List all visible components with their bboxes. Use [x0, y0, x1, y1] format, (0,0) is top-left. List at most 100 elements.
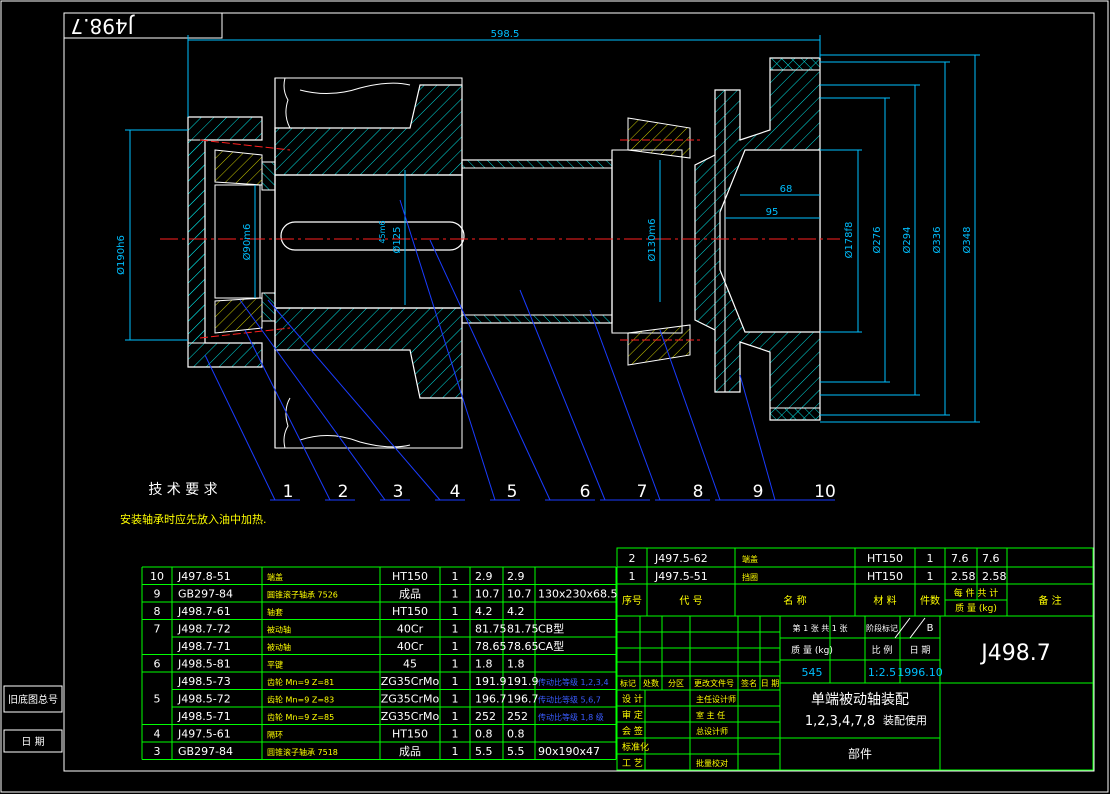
tb-title: 单端被动轴装配 [811, 692, 909, 708]
right-bearing-bot [627, 324, 691, 366]
st-row-w2: 7.6 [982, 552, 1000, 565]
st-h-weight: 质 量 (kg) [955, 602, 997, 614]
parts-row-code: J498.7-72 [177, 623, 231, 636]
tb-role: 工 艺 [622, 758, 643, 769]
dim-overall: 598.5 [491, 29, 520, 40]
tb-role: 设 计 [622, 693, 643, 705]
st-h-material: 材 料 [873, 594, 896, 607]
dim-d294: Ø294 [901, 227, 913, 254]
parts-row-w2: 4.2 [507, 605, 525, 618]
tb-subtitle: 1,2,3,4,7,8 [805, 714, 875, 729]
parts-row-no: 6 [154, 658, 161, 671]
small-table: 2 J497.5-62 端盖 HT150 1 7.6 7.6 1 J497.5-51 挡圈 HT15… [616, 547, 1094, 617]
parts-row-w1: 5.5 [475, 745, 493, 758]
left-bearing-bot [214, 297, 263, 334]
parts-row-qty: 1 [452, 745, 459, 758]
dim-95: 95 [766, 207, 779, 218]
parts-row-code: J498.7-61 [177, 605, 231, 618]
balloon-1: 1 [283, 482, 294, 502]
parts-row-no-merged: 5 [154, 692, 161, 705]
tb-mass-label: 质 量 (kg) [791, 644, 833, 656]
st-row-code: J497.5-51 [654, 570, 708, 583]
side-label-a: 旧底图总号 [8, 693, 58, 706]
left-bearing-top [214, 149, 263, 186]
dim-68: 68 [780, 184, 793, 195]
parts-row-remark: 传动比等级 1,8 级 [538, 712, 604, 722]
parts-row-no: 8 [154, 605, 161, 618]
parts-row-w2: 10.7 [507, 588, 532, 601]
parts-row-material: HT150 [392, 570, 428, 583]
parts-row-w2: 1.8 [507, 658, 525, 671]
st-h-name: 名 称 [783, 594, 806, 607]
gear-lower [274, 307, 463, 399]
notes-line1: 安装轴承时应先放入油中加热. [120, 512, 267, 526]
parts-row-code: J498.5-73 [177, 675, 231, 688]
parts-row-name: 齿轮 Mn=9 Z=85 [267, 712, 334, 722]
parts-row-code: J498.5-81 [177, 658, 231, 671]
parts-row-remark: 90x190x47 [538, 745, 600, 758]
parts-row-material: HT150 [392, 728, 428, 741]
dim-d348: Ø348 [961, 227, 973, 254]
tb-role2: 批量校对 [696, 758, 728, 768]
st-h-weight-top: 每 件 共 计 [954, 587, 999, 599]
dim-d178: Ø178f8 [843, 222, 855, 259]
parts-row-name: 端盖 [267, 572, 283, 582]
tb-rev-header: 更改文件号 [694, 678, 734, 688]
tb-mass: 545 [802, 666, 823, 679]
shaft-hatch-top [461, 159, 613, 169]
parts-row-name: 平键 [267, 660, 283, 670]
flange-inner [719, 149, 821, 333]
dim-d125: Ø125 [391, 227, 403, 254]
balloon-7: 7 [637, 482, 648, 502]
tb-category: 部件 [848, 746, 872, 761]
st-row-w1: 7.6 [951, 552, 969, 565]
tb-role: 标准化 [622, 741, 649, 753]
parts-row-qty: 1 [452, 605, 459, 618]
top-code-text: J498.7 [70, 14, 135, 38]
st-row-material: HT150 [867, 570, 903, 583]
dim-d90: Ø90m6 [241, 224, 253, 261]
st-h-code: 代 号 [679, 595, 702, 607]
parts-row-material: 45 [403, 658, 417, 671]
st-row-material: HT150 [867, 552, 903, 565]
side-label-b: 日 期 [21, 736, 44, 748]
parts-row-material: ZG35CrMo [381, 710, 440, 723]
parts-row-w1: 252 [475, 710, 496, 723]
tb-subtitle2: 装配使用 [883, 714, 927, 727]
st-row-w2: 2.58 [982, 570, 1007, 583]
cad-drawing: J498.7 旧底图总号 日 期 598.5 Ø190h6 Ø90m6 Ø125… [0, 0, 1109, 793]
balloon-3: 3 [393, 482, 404, 502]
st-row-name: 挡圈 [742, 572, 758, 582]
parts-row-w1: 4.2 [475, 605, 493, 618]
st-row-no: 1 [629, 570, 636, 583]
parts-row-qty: 1 [452, 623, 459, 636]
tb-stage-mark: 阶段标记 [866, 623, 898, 633]
parts-row-no: 9 [154, 588, 161, 601]
parts-row-code: J497.8-51 [177, 570, 231, 583]
tb-scale: 1:2.5 [868, 666, 896, 679]
st-h-qty: 件数 [920, 594, 940, 607]
tb-rev-header: 标记 [620, 678, 636, 688]
st-h-remark: 备 注 [1038, 594, 1061, 607]
parts-row-qty: 1 [452, 640, 459, 653]
parts-row-code: J498.7-71 [177, 640, 231, 653]
hub-bore [274, 174, 463, 309]
tb-role2: 主任设计师 [696, 694, 736, 704]
parts-row-w1: 1.8 [475, 658, 493, 671]
parts-row-qty: 1 [452, 570, 459, 583]
parts-row-name: 隔环 [267, 731, 283, 740]
balloon-5: 5 [507, 482, 518, 502]
tb-scale-label: 比 例 [872, 644, 893, 656]
tb-date: 1996.10 [897, 666, 943, 679]
parts-row-w2: 78.65 [507, 640, 539, 653]
st-row-qty: 1 [927, 552, 934, 565]
parts-row-w1: 81.75 [475, 623, 507, 636]
balloon-6: 6 [580, 482, 591, 502]
parts-row-name: 齿轮 Mn=9 Z=83 [267, 695, 334, 705]
st-row-w1: 2.58 [951, 570, 976, 583]
dim-d336: Ø336 [931, 227, 943, 254]
parts-row-qty: 1 [452, 658, 459, 671]
parts-row-w2: 0.8 [507, 728, 525, 741]
parts-row-w1: 78.65 [475, 640, 507, 653]
parts-row-w1: 191.9 [475, 675, 507, 688]
